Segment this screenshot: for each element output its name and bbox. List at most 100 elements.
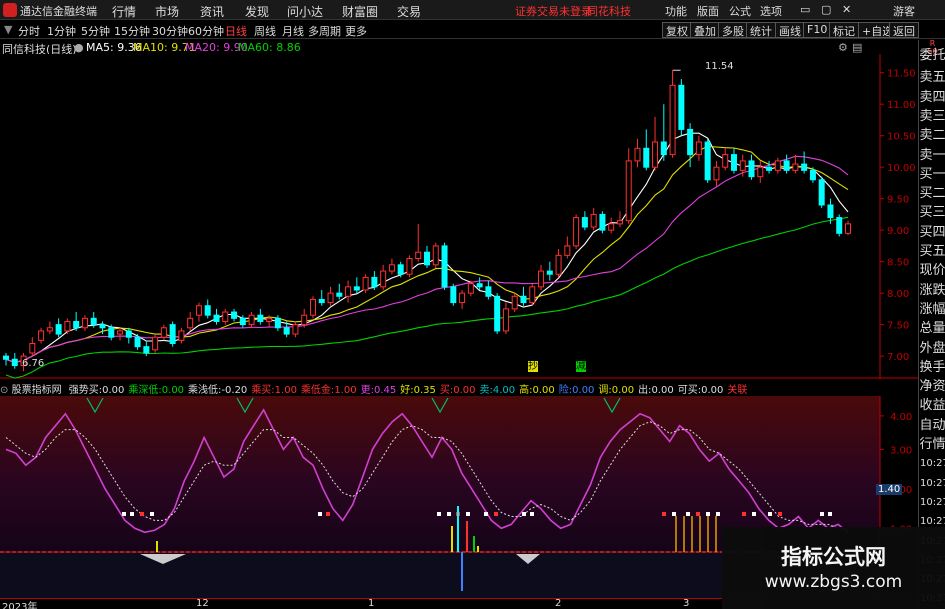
period-5min[interactable]: 5分钟: [81, 23, 110, 39]
candle-body[interactable]: [231, 311, 238, 319]
candle-body[interactable]: [722, 154, 729, 168]
candle-body[interactable]: [380, 270, 387, 288]
candle-body[interactable]: [336, 292, 343, 297]
candle-body[interactable]: [520, 295, 527, 304]
candle-body[interactable]: [678, 84, 685, 130]
candle-body[interactable]: [117, 330, 124, 335]
candle-body[interactable]: [38, 330, 45, 341]
candle-body[interactable]: [555, 254, 562, 275]
right-panel-item[interactable]: 卖三: [919, 108, 945, 126]
period-monthly[interactable]: 月线: [282, 23, 304, 39]
candle-body[interactable]: [634, 147, 641, 162]
candle-body[interactable]: [362, 276, 369, 291]
indicator-settings-icon[interactable]: ⊙: [0, 385, 8, 396]
chart-more-icon[interactable]: ▤: [852, 41, 862, 54]
right-panel-item[interactable]: 卖一: [919, 147, 945, 165]
period-1min[interactable]: 1分钟: [47, 23, 76, 39]
right-panel-item[interactable]: 外盘: [919, 340, 945, 358]
period-multi[interactable]: 多周期: [308, 23, 341, 39]
candle-body[interactable]: [204, 305, 211, 316]
candle-body[interactable]: [704, 141, 711, 181]
right-panel-item[interactable]: 净资: [919, 378, 945, 396]
candle-body[interactable]: [327, 292, 334, 304]
candle-body[interactable]: [818, 179, 825, 206]
right-panel-item[interactable]: 现价: [919, 262, 945, 280]
candle-body[interactable]: [713, 166, 720, 181]
period-60min[interactable]: 60分钟: [188, 23, 224, 39]
candle-body[interactable]: [318, 298, 325, 304]
dropdown-arrow-icon[interactable]: ▼: [4, 23, 12, 36]
candle-body[interactable]: [248, 314, 255, 326]
right-panel-item[interactable]: 行情: [919, 436, 945, 454]
candle-body[interactable]: [669, 84, 676, 156]
candle-body[interactable]: [257, 314, 264, 322]
candle-body[interactable]: [564, 245, 571, 256]
settings-dot-icon[interactable]: ●: [74, 41, 84, 54]
candle-body[interactable]: [792, 163, 799, 171]
candle-body[interactable]: [616, 220, 623, 225]
candle-body[interactable]: [581, 217, 588, 228]
candle-body[interactable]: [397, 264, 404, 275]
candle-body[interactable]: [222, 311, 229, 322]
candle-body[interactable]: [169, 324, 176, 345]
restore-icon[interactable]: ▢: [821, 3, 831, 16]
candle-body[interactable]: [3, 355, 9, 360]
candle-body[interactable]: [827, 204, 834, 219]
kline-chart[interactable]: 11.50 11.00 10.50 10.00 9.50 9.00 8.50 8.00 7.50…: [0, 54, 918, 379]
f10-button[interactable]: F10: [803, 22, 832, 38]
menu-quotes[interactable]: 行情: [112, 3, 136, 20]
right-panel-item[interactable]: 委托: [919, 47, 945, 65]
right-panel-item[interactable]: 10:27: [919, 494, 945, 512]
multi-stock-button[interactable]: 多股: [718, 22, 748, 38]
menu-market[interactable]: 市场: [155, 3, 179, 20]
candle-body[interactable]: [485, 286, 492, 297]
right-panel-item[interactable]: 买一: [919, 166, 945, 184]
menu-wealth[interactable]: 财富圈: [342, 3, 378, 20]
menu-trade[interactable]: 交易: [397, 3, 421, 20]
candle-body[interactable]: [467, 283, 474, 294]
candle-body[interactable]: [283, 327, 290, 335]
candle-body[interactable]: [46, 327, 53, 332]
candle-body[interactable]: [55, 324, 62, 335]
right-panel-item[interactable]: 总量: [919, 320, 945, 338]
candle-body[interactable]: [134, 336, 141, 348]
candle-body[interactable]: [511, 295, 518, 310]
candle-body[interactable]: [590, 213, 597, 228]
candle-body[interactable]: [73, 320, 80, 329]
candle-body[interactable]: [309, 298, 316, 316]
overlay-button[interactable]: 叠加: [690, 22, 720, 38]
right-panel-item[interactable]: 买二: [919, 185, 945, 203]
candle-body[interactable]: [160, 327, 167, 338]
candle-body[interactable]: [81, 317, 88, 329]
candle-body[interactable]: [774, 160, 781, 171]
candle-body[interactable]: [836, 217, 843, 234]
menu-function[interactable]: 功能: [665, 3, 687, 19]
minimize-icon[interactable]: ▭: [800, 3, 810, 16]
candle-body[interactable]: [687, 128, 694, 156]
candle-body[interactable]: [345, 286, 352, 297]
period-30min[interactable]: 30分钟: [152, 23, 188, 39]
stats-button[interactable]: 统计: [746, 22, 776, 38]
back-button[interactable]: 返回: [889, 22, 919, 38]
candle-body[interactable]: [432, 245, 439, 266]
candle-body[interactable]: [529, 286, 536, 304]
candle-body[interactable]: [266, 317, 273, 322]
right-panel-item[interactable]: 10:27: [919, 455, 945, 473]
candle-body[interactable]: [143, 346, 150, 354]
candle-body[interactable]: [274, 317, 281, 329]
chart-settings-icon[interactable]: ⚙: [838, 41, 848, 54]
candle-body[interactable]: [739, 160, 746, 171]
candle-body[interactable]: [125, 330, 132, 338]
right-panel-item[interactable]: 收益: [919, 397, 945, 415]
candle-body[interactable]: [424, 251, 430, 266]
adjust-button[interactable]: 复权: [662, 22, 692, 38]
right-panel-item[interactable]: 卖二: [919, 127, 945, 145]
period-more[interactable]: 更多: [345, 23, 367, 39]
right-panel-item[interactable]: 买五: [919, 243, 945, 261]
right-panel-item[interactable]: 涨幅: [919, 301, 945, 319]
indicator-name[interactable]: 股票指标网: [12, 385, 62, 396]
draw-button[interactable]: 画线: [775, 22, 805, 38]
candle-body[interactable]: [11, 358, 18, 367]
candle-body[interactable]: [809, 169, 816, 181]
candle-body[interactable]: [353, 286, 360, 291]
